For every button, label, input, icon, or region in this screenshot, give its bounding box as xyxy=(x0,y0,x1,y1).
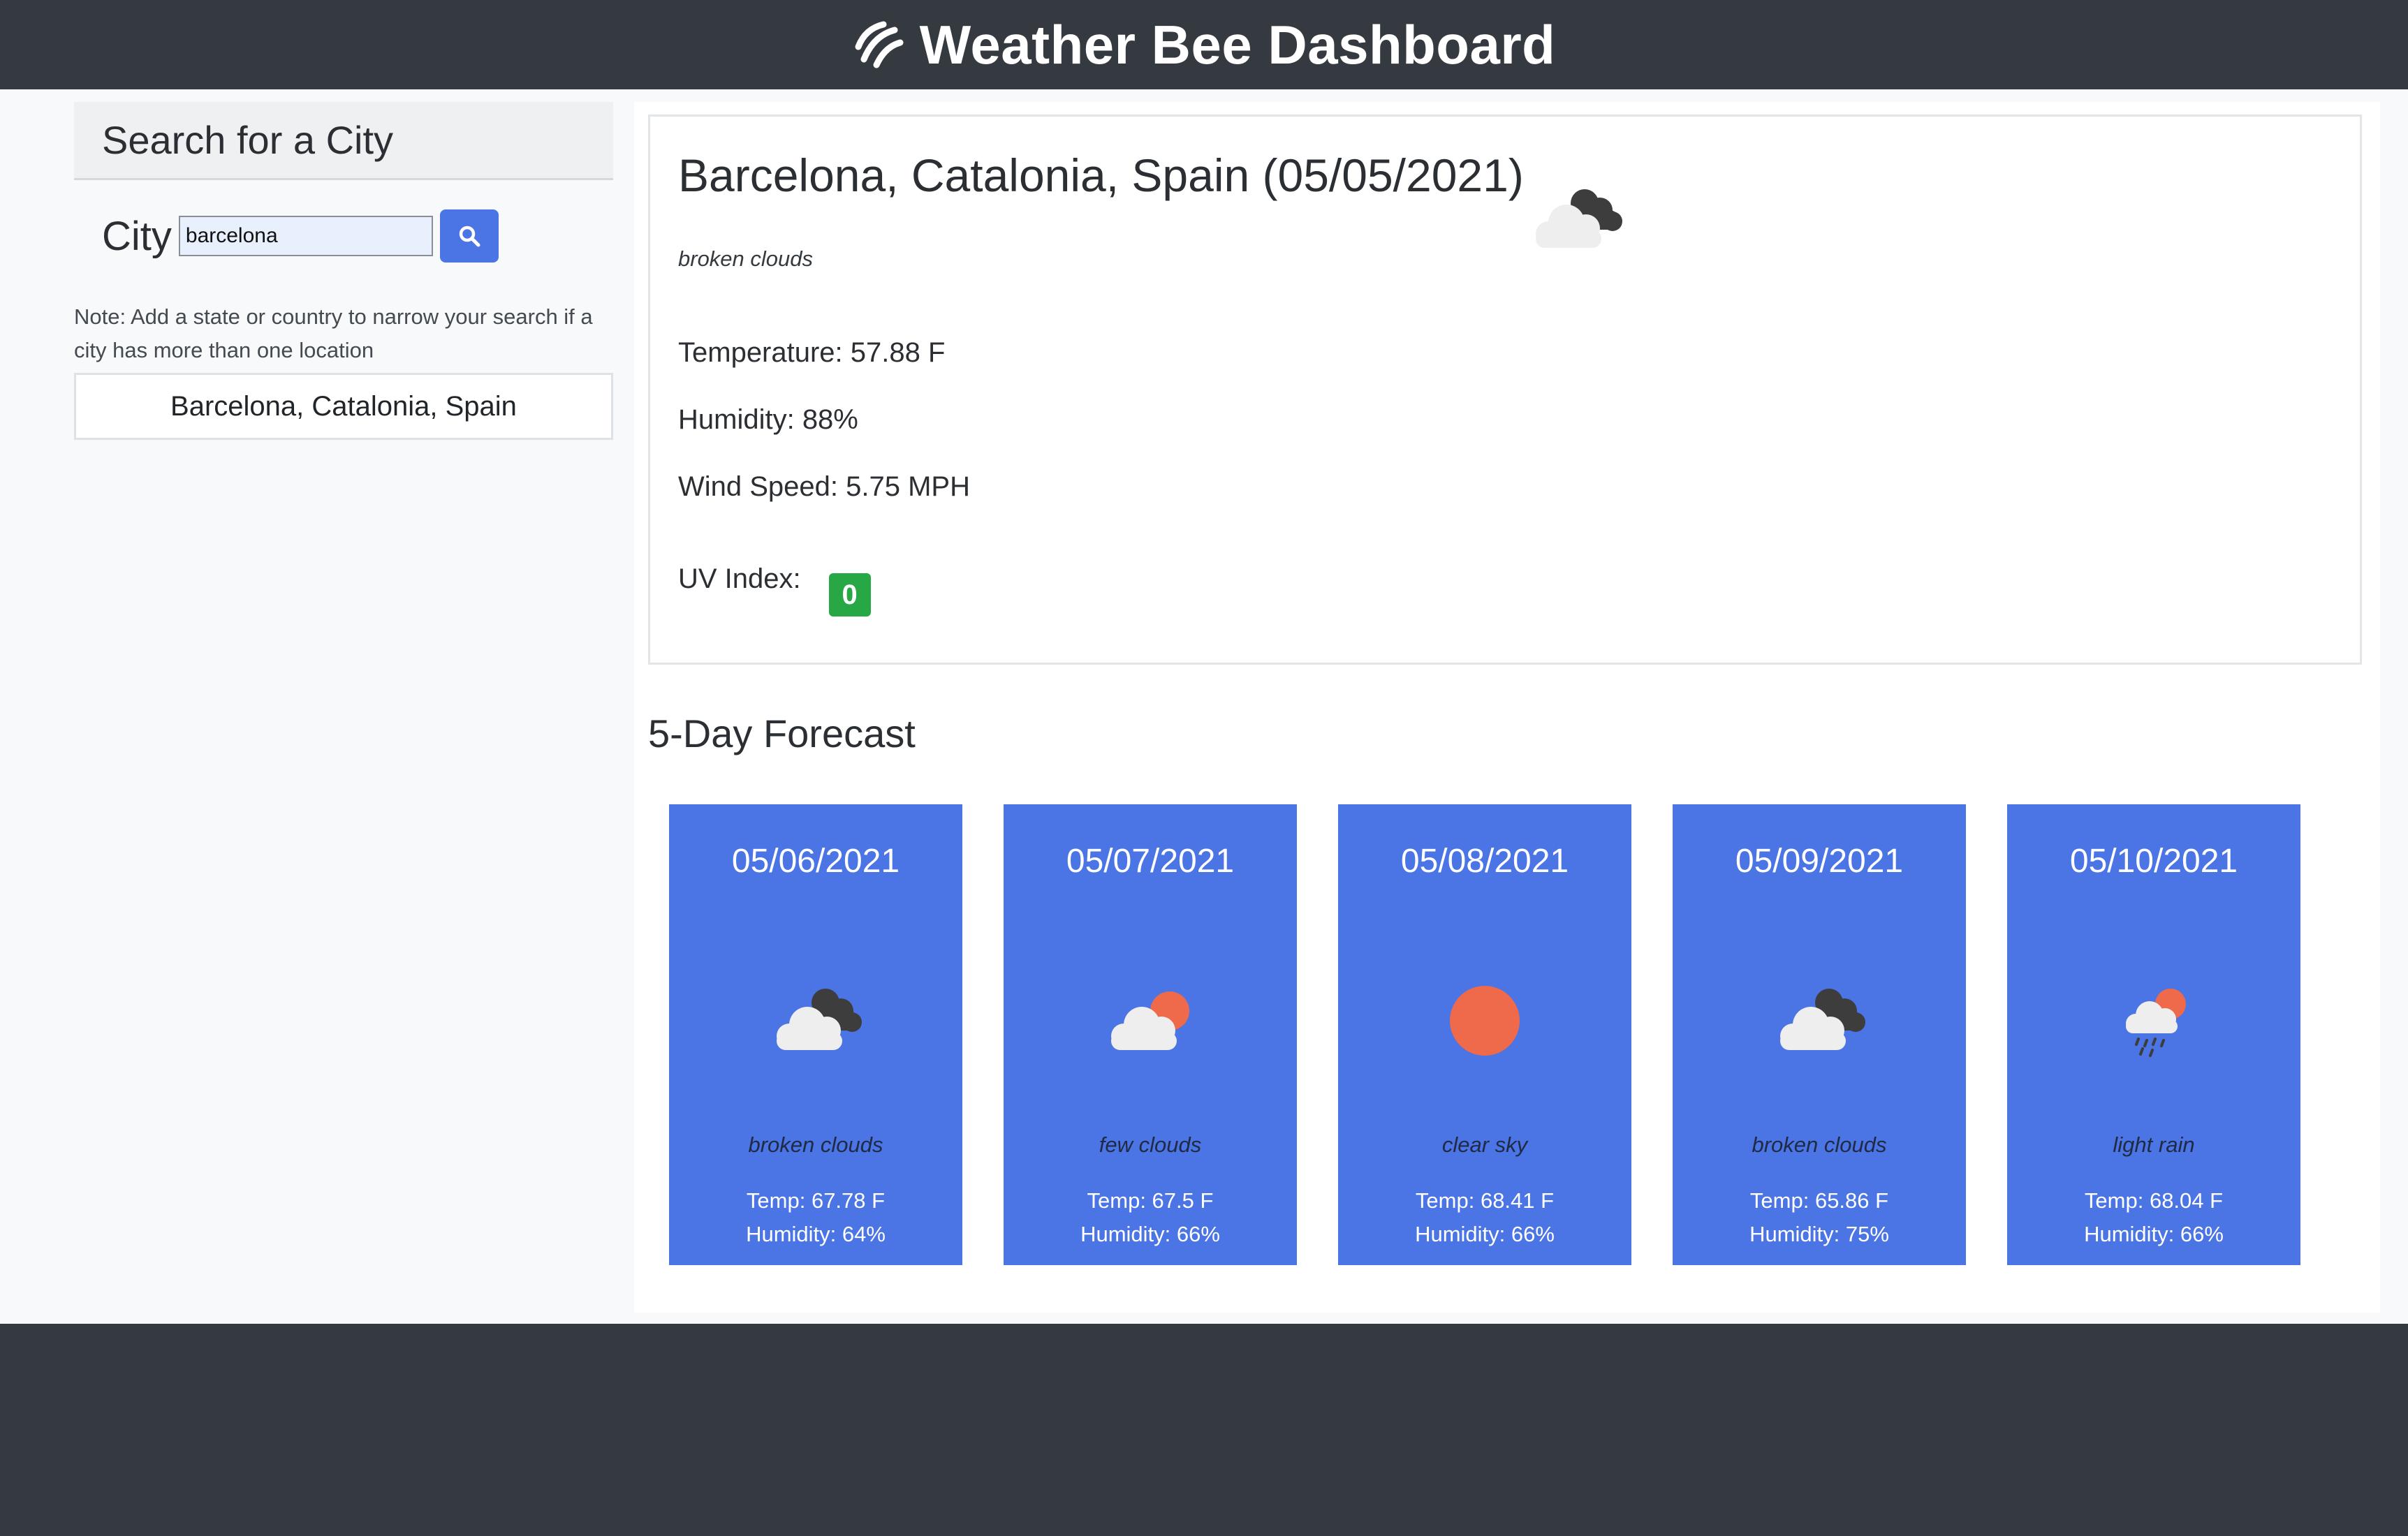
city-search-input[interactable] xyxy=(178,216,433,256)
page-footer xyxy=(0,1324,2408,1536)
broken-clouds-icon xyxy=(1536,189,1622,248)
forecast-humidity: Humidity: 66% xyxy=(2084,1222,2224,1246)
search-note: Note: Add a state or country to narrow y… xyxy=(74,304,593,362)
current-temperature: Temperature: 57.88 F xyxy=(678,337,946,368)
clear-sky-icon xyxy=(1450,986,1520,1056)
forecast-humidity: Humidity: 66% xyxy=(1080,1222,1220,1246)
forecast-temp: Temp: 68.04 F xyxy=(2084,1188,2224,1213)
forecast-date: 05/09/2021 xyxy=(1735,843,1904,880)
forecast-card: 05/08/2021 clear sky Temp: 68.41 F Humid… xyxy=(1338,804,1631,1265)
forecast-description: clear sky xyxy=(1441,1132,1528,1157)
forecast-description: few clouds xyxy=(1099,1132,1202,1157)
forecast-description: light rain xyxy=(2113,1132,2195,1157)
current-city-title: Barcelona, Catalonia, Spain (05/05/2021) xyxy=(678,149,1524,201)
search-sidebar: Search for a City City Note: Add a state… xyxy=(74,102,613,440)
current-humidity: Humidity: 88% xyxy=(678,404,858,435)
forecast-date: 05/07/2021 xyxy=(1066,843,1235,880)
current-description: broken clouds xyxy=(678,246,814,271)
forecast-card: 05/07/2021 few clouds Temp: 67.5 F Humid… xyxy=(1004,804,1297,1265)
forecast-row: 05/06/2021 broken clouds Temp: 67.78 F H… xyxy=(669,804,2300,1265)
broken-clouds-icon xyxy=(777,989,862,1050)
forecast-date: 05/10/2021 xyxy=(2069,843,2238,880)
bee-stripes-icon xyxy=(855,21,904,68)
top-navbar: Weather Bee Dashboard xyxy=(0,0,2408,89)
uv-index-badge: 0 xyxy=(828,573,871,616)
forecast-humidity: Humidity: 64% xyxy=(746,1222,886,1246)
brand: Weather Bee Dashboard xyxy=(853,13,1556,77)
sidebar-heading: Search for a City xyxy=(74,102,613,180)
forecast-date: 05/06/2021 xyxy=(731,843,900,880)
forecast-description: broken clouds xyxy=(1752,1132,1887,1157)
forecast-humidity: Humidity: 66% xyxy=(1415,1222,1555,1246)
city-label: City xyxy=(102,213,172,259)
forecast-date: 05/08/2021 xyxy=(1400,843,1569,880)
forecast-card: 05/06/2021 broken clouds Temp: 67.78 F H… xyxy=(669,804,962,1265)
app-title: Weather Bee Dashboard xyxy=(919,13,1556,75)
forecast-humidity: Humidity: 75% xyxy=(1749,1222,1889,1246)
search-icon xyxy=(459,226,480,247)
current-weather-card: Barcelona, Catalonia, Spain (05/05/2021)… xyxy=(648,115,2362,665)
search-history-item[interactable]: Barcelona, Catalonia, Spain xyxy=(74,373,613,440)
uv-index-row: UV Index: 0 xyxy=(678,563,871,616)
current-wind-speed: Wind Speed: 5.75 MPH xyxy=(678,471,970,502)
forecast-temp: Temp: 67.5 F xyxy=(1087,1188,1214,1213)
forecast-temp: Temp: 68.41 F xyxy=(1415,1188,1555,1213)
broken-clouds-icon xyxy=(1780,989,1865,1050)
forecast-description: broken clouds xyxy=(748,1132,883,1157)
light-rain-icon xyxy=(2126,989,2186,1057)
forecast-temp: Temp: 67.78 F xyxy=(746,1188,886,1213)
search-row: City xyxy=(74,209,613,263)
forecast-temp: Temp: 65.86 F xyxy=(1749,1188,1889,1213)
forecast-card: 05/10/2021 light rain Temp: 68.04 F Humi… xyxy=(2007,804,2300,1265)
main-panel: Barcelona, Catalonia, Spain (05/05/2021)… xyxy=(634,102,2380,1313)
few-clouds-icon xyxy=(1111,991,1189,1050)
forecast-heading: 5-Day Forecast xyxy=(648,711,916,755)
search-button[interactable] xyxy=(439,209,499,263)
forecast-card: 05/09/2021 broken clouds Temp: 65.86 F H… xyxy=(1673,804,1966,1265)
uv-index-label: UV Index: xyxy=(678,563,801,594)
